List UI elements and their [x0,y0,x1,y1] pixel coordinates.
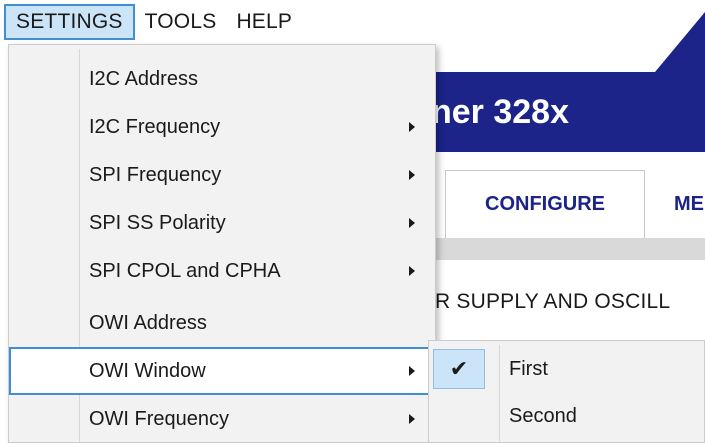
menu-item-label: OWI Frequency [89,407,230,430]
menu-item-owi-address[interactable]: OWI Address [9,299,435,347]
menu-item-i2c-address[interactable]: I2C Address [9,55,435,103]
section-heading: R SUPPLY AND OSCILL [435,290,671,313]
menu-item-spi-cpol-cpha[interactable]: SPI CPOL and CPHA [9,247,435,295]
menu-help[interactable]: HELP [226,4,302,40]
settings-dropdown: I2C Address I2C Frequency SPI Frequency … [8,44,436,443]
menu-item-spi-frequency[interactable]: SPI Frequency [9,151,435,199]
menu-item-label: I2C Address [89,67,198,90]
submenu-item-second[interactable]: Second [429,393,704,439]
tab-content-divider [405,238,705,260]
submenu-arrow-icon [409,266,415,276]
menu-item-spi-ss-polarity[interactable]: SPI SS Polarity [9,199,435,247]
submenu-item-label: First [509,357,548,380]
submenu-arrow-icon [409,414,415,424]
app-title: ner 328x [431,92,569,131]
app-title-banner: ner 328x [405,72,705,152]
submenu-arrow-icon [409,170,415,180]
menu-item-label: SPI SS Polarity [89,211,226,234]
submenu-arrow-icon [409,218,415,228]
submenu-item-first[interactable]: ✔ First [429,346,704,392]
menu-item-i2c-frequency[interactable]: I2C Frequency [9,103,435,151]
tab-me[interactable]: ME [670,170,705,238]
checkmark-icon: ✔ [433,349,485,389]
submenu-arrow-icon [409,122,415,132]
tab-configure[interactable]: CONFIGURE [445,170,645,238]
submenu-item-label: Second [509,404,577,427]
menu-item-label: OWI Window [89,359,206,382]
menu-item-label: OWI Address [89,311,207,334]
owi-window-submenu: ✔ First Second [428,340,705,443]
menu-bar: SETTINGS TOOLS HELP [0,0,705,44]
menu-item-owi-window[interactable]: OWI Window [9,347,435,395]
menu-tools[interactable]: TOOLS [135,4,227,40]
submenu-arrow-icon [409,366,415,376]
menu-item-label: SPI Frequency [89,163,222,186]
menu-item-label: I2C Frequency [89,115,221,138]
menu-item-label: SPI CPOL and CPHA [89,259,281,282]
menu-settings[interactable]: SETTINGS [4,4,135,40]
menu-item-owi-frequency[interactable]: OWI Frequency [9,395,435,443]
